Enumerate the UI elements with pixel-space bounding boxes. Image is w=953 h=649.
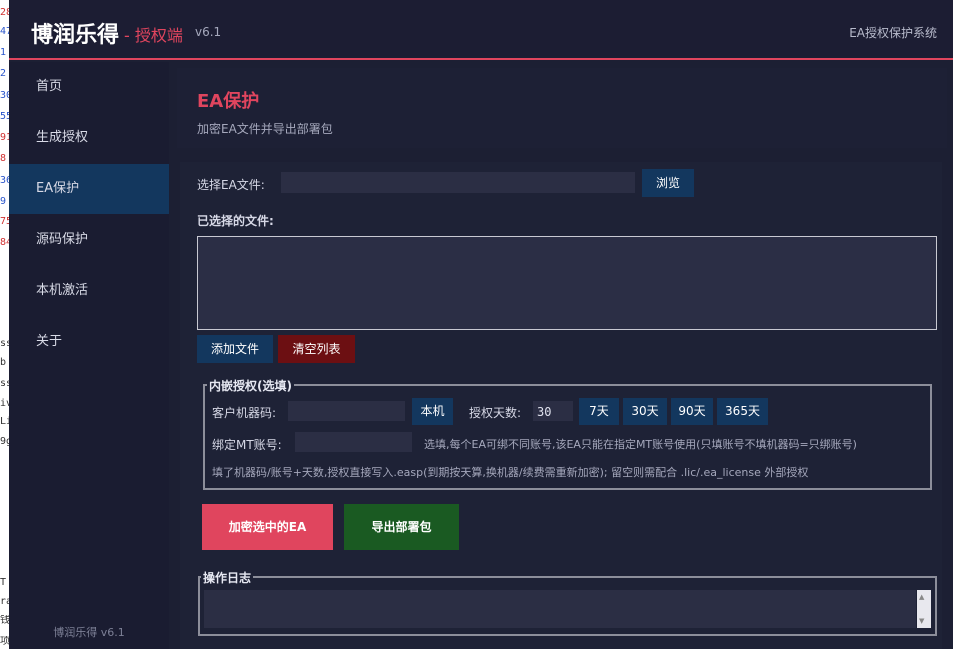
strip-glyph: b	[0, 357, 7, 368]
strip-glyph: 91	[0, 132, 9, 143]
selected-files-list[interactable]	[197, 236, 937, 330]
mt-account-hint: 选填,每个EA可绑不同账号,该EA只能在指定MT账号使用(只填账号不填机器码=只…	[424, 438, 857, 451]
strip-glyph: ss	[0, 378, 9, 389]
strip-glyph: 30	[0, 90, 9, 101]
preset-365-days-button[interactable]: 365天	[717, 398, 768, 425]
strip-glyph: 36	[0, 175, 9, 186]
strip-glyph: ra	[0, 596, 9, 607]
encrypt-selected-ea-button[interactable]: 加密选中的EA	[202, 504, 333, 550]
sidebar-item-home[interactable]: 首页	[9, 62, 169, 112]
strip-glyph: 28	[0, 7, 9, 18]
file-select-label: 选择EA文件:	[197, 178, 265, 192]
strip-glyph: 2	[0, 68, 7, 79]
sidebar-item-about[interactable]: 关于	[9, 317, 169, 367]
strip-glyph: 84	[0, 237, 9, 248]
scroll-up-icon[interactable]: ▲	[919, 593, 924, 601]
brand-subtitle: - 授权端	[124, 26, 183, 45]
page-description: 加密EA文件并导出部署包	[197, 122, 333, 136]
local-machine-button[interactable]: 本机	[412, 398, 453, 425]
strip-glyph: 55	[0, 111, 9, 122]
embed-auth-group: 内嵌授权(选填) 客户机器码: 本机 授权天数: 30 7天 30天 90天 3…	[203, 377, 932, 490]
strip-glyph: 9g	[0, 436, 9, 447]
machine-code-input[interactable]	[288, 401, 405, 421]
strip-glyph: 47	[0, 26, 9, 37]
preset-30-days-button[interactable]: 30天	[623, 398, 667, 425]
ea-file-path-input[interactable]	[281, 172, 635, 193]
strip-glyph: ss	[0, 338, 9, 349]
operation-log-textarea[interactable]	[204, 590, 916, 628]
preset-90-days-button[interactable]: 90天	[671, 398, 713, 425]
add-file-button[interactable]: 添加文件	[197, 335, 273, 363]
sidebar-footer: 博润乐得 v6.1	[53, 626, 125, 639]
embed-auth-legend: 内嵌授权(选填)	[207, 377, 294, 394]
strip-glyph: 8	[0, 153, 7, 164]
sidebar-item-ea-protect[interactable]: EA保护	[9, 164, 169, 214]
strip-glyph: 钱	[0, 615, 9, 626]
scroll-down-icon[interactable]: ▼	[919, 617, 924, 625]
page-header: EA保护 加密EA文件并导出部署包	[177, 68, 947, 148]
embed-auth-footer-hint: 填了机器码/账号+天数,授权直接写入.easp(到期按天算,换机器/续费需重新加…	[212, 466, 809, 479]
strip-glyph: iv	[0, 398, 9, 409]
strip-glyph: 1	[0, 47, 7, 58]
operation-log-legend: 操作日志	[201, 569, 254, 586]
operation-log-group: 操作日志 ▲ ▼	[198, 569, 937, 636]
machine-code-label: 客户机器码:	[212, 406, 277, 420]
strip-glyph: Li	[0, 416, 9, 427]
selected-files-label: 已选择的文件:	[197, 214, 274, 228]
main-content: EA保护 加密EA文件并导出部署包 选择EA文件: 浏览 已选择的文件: 添加文…	[177, 68, 947, 649]
system-title: EA授权保护系统	[849, 26, 937, 40]
log-scrollbar[interactable]: ▲ ▼	[917, 590, 931, 628]
strip-glyph: 75	[0, 216, 9, 227]
clear-list-button[interactable]: 清空列表	[278, 335, 355, 363]
brand-title: 博润乐得	[31, 23, 120, 48]
sidebar: 首页 生成授权 EA保护 源码保护 本机激活 关于 博润乐得 v6.1	[9, 62, 169, 649]
ea-protect-panel: 选择EA文件: 浏览 已选择的文件: 添加文件 清空列表 内嵌授权(选填) 客户…	[180, 162, 942, 649]
auth-days-label: 授权天数:	[469, 406, 522, 420]
export-deploy-package-button[interactable]: 导出部署包	[344, 504, 459, 550]
header: 博润乐得 - 授权端 v6.1 EA授权保护系统	[9, 0, 953, 60]
auth-days-input[interactable]: 30	[533, 401, 573, 421]
strip-glyph: T	[0, 577, 7, 588]
preset-7-days-button[interactable]: 7天	[579, 398, 619, 425]
browse-button[interactable]: 浏览	[642, 169, 694, 197]
mt-account-label: 绑定MT账号:	[212, 438, 282, 452]
app-window: 博润乐得 - 授权端 v6.1 EA授权保护系统 首页 生成授权 EA保护 源码…	[9, 0, 953, 649]
version-label: v6.1	[195, 25, 222, 39]
strip-glyph: 9	[0, 196, 7, 207]
background-window-strip: 28 47 1 2 30 55 91 8 36 9 75 84 ss b ss iv Li 9g Tra 钱项	[0, 0, 9, 649]
mt-account-input[interactable]	[295, 432, 412, 452]
sidebar-item-local-activate[interactable]: 本机激活	[9, 266, 169, 316]
strip-glyph: 项	[0, 636, 9, 647]
sidebar-item-source-protect[interactable]: 源码保护	[9, 215, 169, 265]
sidebar-item-generate-license[interactable]: 生成授权	[9, 113, 169, 163]
page-title: EA保护	[197, 91, 260, 112]
